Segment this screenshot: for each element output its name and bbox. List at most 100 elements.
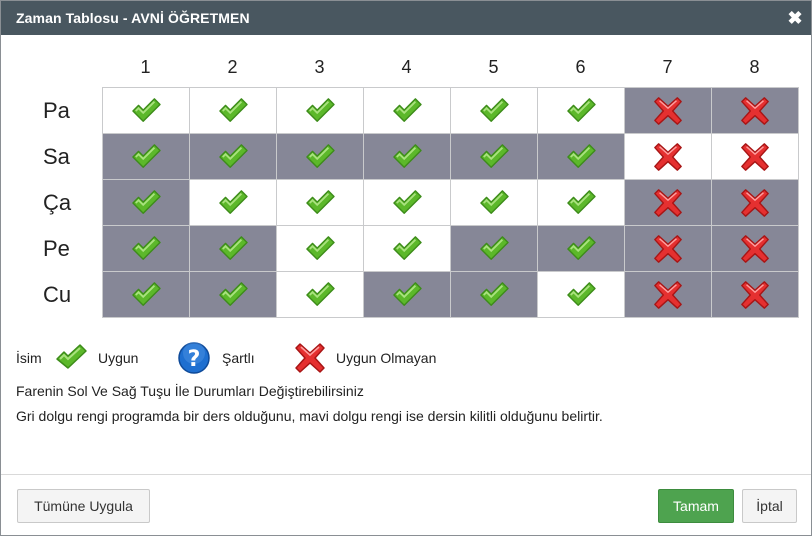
- cross-icon: [625, 187, 711, 219]
- check-icon: [277, 235, 363, 263]
- check-icon: [54, 341, 88, 378]
- check-icon: [364, 143, 450, 171]
- cross-icon: [712, 233, 798, 265]
- check-icon: [190, 189, 276, 217]
- legend-conditional-label: Şartlı: [222, 350, 255, 366]
- check-icon: [103, 281, 189, 309]
- schedule-body: Pa Sa Ça Pe Cu: [21, 87, 799, 318]
- period-header-2: 2: [227, 56, 238, 77]
- schedule-cell[interactable]: [710, 271, 799, 318]
- schedule-cell[interactable]: [449, 87, 538, 134]
- check-icon: [364, 189, 450, 217]
- schedule-cell[interactable]: [710, 225, 799, 272]
- ok-button[interactable]: Tamam: [658, 489, 734, 523]
- check-icon: [364, 281, 450, 309]
- schedule-cell[interactable]: [536, 133, 625, 180]
- schedule-cell[interactable]: [536, 179, 625, 226]
- schedule-cell[interactable]: [188, 133, 277, 180]
- schedule-cell[interactable]: [362, 271, 451, 318]
- period-header-3: 3: [314, 56, 325, 77]
- schedule-row: Pa: [21, 87, 799, 134]
- schedule-row: Ça: [21, 179, 799, 226]
- apply-all-button[interactable]: Tümüne Uygula: [17, 489, 150, 523]
- schedule-cell[interactable]: [449, 133, 538, 180]
- check-icon: [538, 235, 624, 263]
- cross-icon: [625, 233, 711, 265]
- schedule-cell[interactable]: [101, 271, 190, 318]
- schedule-cell[interactable]: [710, 133, 799, 180]
- check-icon: [190, 235, 276, 263]
- schedule-cell[interactable]: [536, 87, 625, 134]
- schedule-cell[interactable]: [623, 87, 712, 134]
- cross-icon: [712, 279, 798, 311]
- schedule-cell[interactable]: [275, 271, 364, 318]
- schedule-cell[interactable]: [101, 87, 190, 134]
- check-icon: [103, 97, 189, 125]
- schedule-cell[interactable]: [101, 133, 190, 180]
- schedule-cell[interactable]: [362, 179, 451, 226]
- dialog-title: Zaman Tablosu - AVNİ ÖĞRETMEN: [16, 10, 250, 26]
- schedule-cell[interactable]: [188, 179, 277, 226]
- day-label: Pa: [43, 97, 70, 123]
- schedule-cell[interactable]: [188, 271, 277, 318]
- check-icon: [190, 97, 276, 125]
- schedule-cell[interactable]: [362, 225, 451, 272]
- schedule-cell[interactable]: [623, 179, 712, 226]
- check-icon: [538, 281, 624, 309]
- schedule-cell[interactable]: [275, 225, 364, 272]
- period-header-6: 6: [575, 56, 586, 77]
- schedule-grid: 1 2 3 4 5 6 7 8 Pa Sa Ça Pe Cu: [21, 47, 799, 318]
- schedule-cell[interactable]: [623, 133, 712, 180]
- check-icon: [277, 97, 363, 125]
- period-header-row: 1 2 3 4 5 6 7 8: [21, 47, 798, 88]
- question-icon: ?: [177, 341, 211, 378]
- check-icon: [190, 281, 276, 309]
- schedule-cell[interactable]: [449, 179, 538, 226]
- check-icon: [103, 143, 189, 171]
- check-icon: [364, 97, 450, 125]
- schedule-cell[interactable]: [362, 87, 451, 134]
- legend-name-label: İsim: [16, 350, 42, 366]
- schedule-cell[interactable]: [710, 87, 799, 134]
- schedule-cell[interactable]: [536, 271, 625, 318]
- schedule-cell[interactable]: [449, 225, 538, 272]
- svg-text:?: ?: [188, 347, 201, 372]
- cross-icon: [293, 341, 327, 378]
- schedule-cell[interactable]: [710, 179, 799, 226]
- schedule-cell[interactable]: [449, 271, 538, 318]
- check-icon: [451, 143, 537, 171]
- period-header-1: 1: [140, 56, 151, 77]
- check-icon: [451, 189, 537, 217]
- close-icon[interactable]: ✖: [785, 8, 805, 28]
- schedule-cell[interactable]: [188, 225, 277, 272]
- legend-unavailable-label: Uygun Olmayan: [336, 350, 437, 366]
- schedule-cell[interactable]: [623, 271, 712, 318]
- schedule-cell[interactable]: [101, 225, 190, 272]
- cross-icon: [625, 95, 711, 127]
- period-header-4: 4: [401, 56, 412, 77]
- timetable-dialog: Zaman Tablosu - AVNİ ÖĞRETMEN ✖ 1 2 3 4 5 6 7 8…: [0, 0, 812, 536]
- title-bar[interactable]: Zaman Tablosu - AVNİ ÖĞRETMEN ✖: [1, 1, 811, 35]
- schedule-cell[interactable]: [101, 179, 190, 226]
- cross-icon: [712, 95, 798, 127]
- schedule-cell[interactable]: [275, 87, 364, 134]
- day-label: Ça: [43, 189, 72, 215]
- schedule-row: Cu: [21, 271, 799, 318]
- check-icon: [277, 189, 363, 217]
- color-hint-text: Gri dolgu rengi programda bir ders olduğ…: [16, 408, 603, 424]
- grid-corner: [21, 47, 102, 88]
- check-icon: [277, 143, 363, 171]
- schedule-cell[interactable]: [362, 133, 451, 180]
- period-header-8: 8: [749, 56, 760, 77]
- schedule-cell[interactable]: [275, 179, 364, 226]
- check-icon: [451, 281, 537, 309]
- check-icon: [538, 143, 624, 171]
- cross-icon: [625, 279, 711, 311]
- cross-icon: [712, 141, 798, 173]
- check-icon: [364, 235, 450, 263]
- schedule-cell[interactable]: [623, 225, 712, 272]
- schedule-cell[interactable]: [188, 87, 277, 134]
- schedule-cell[interactable]: [536, 225, 625, 272]
- schedule-cell[interactable]: [275, 133, 364, 180]
- cancel-button[interactable]: İptal: [742, 489, 797, 523]
